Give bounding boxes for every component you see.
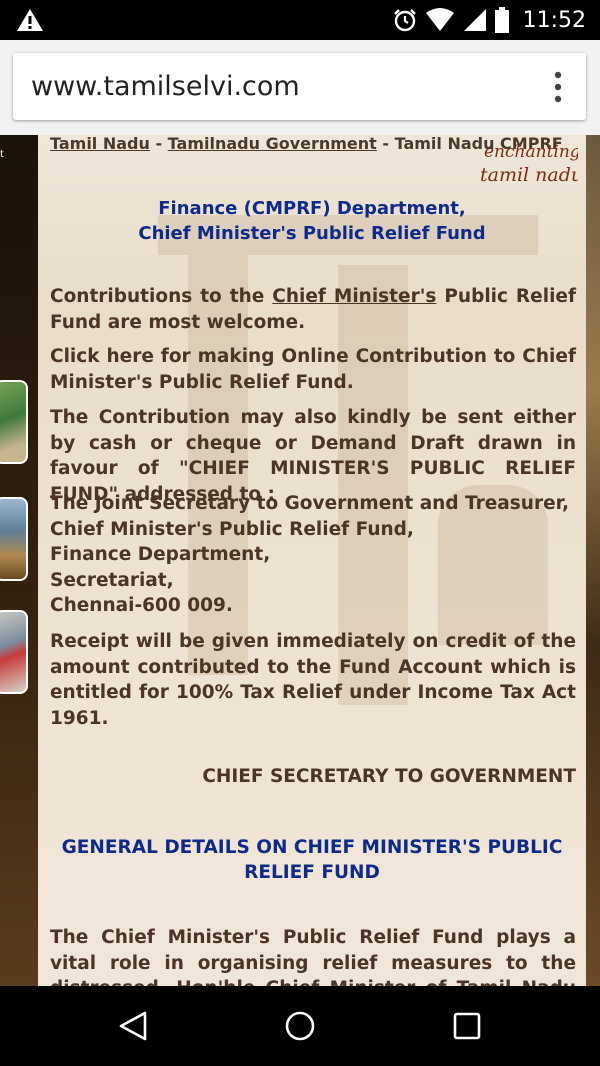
thumbnail-image[interactable] [0,497,28,581]
address-line: The Joint Secretary to Government and Tr… [50,493,570,514]
logo-line1: enchanting [484,142,578,162]
warning-icon [17,9,43,31]
thumbnail-image[interactable] [0,610,28,694]
signature: CHIEF SECRETARY TO GOVERNMENT [202,766,576,787]
address-line: Chief Minister's Public Relief Fund, [50,518,414,540]
department-title: Finance (CMPRF) Department, Chief Minist… [38,196,586,246]
main-content: Tamil Nadu - Tamilnadu Government - Tami… [38,135,586,986]
paragraph-contributions: Contributions to the Chief Minister's Pu… [50,286,577,333]
web-page: t Tamil Nadu - Tamilnadu Government - Ta… [0,135,600,986]
navigation-bar [0,986,600,1066]
breadcrumb-link-government[interactable]: Tamilnadu Government [168,135,377,153]
wifi-icon [425,8,454,31]
address-line: Secretariat, [50,569,174,591]
breadcrumb-link-tamil-nadu[interactable]: Tamil Nadu [50,135,150,153]
address-line: Finance Department, [50,544,271,565]
online-contribution-link[interactable]: Click here for making Online Contributio… [50,344,576,395]
overflow-menu-icon[interactable] [554,71,562,103]
recents-icon[interactable] [452,1010,482,1042]
department-title-line2: Chief Minister's Public Relief Fund [138,223,486,244]
left-strip-text: t [0,149,4,160]
address-bar[interactable]: www.tamilselvi.com [13,53,586,120]
url-text[interactable]: www.tamilselvi.com [31,71,300,102]
right-side-strip [586,135,600,986]
department-title-line1: Finance (CMPRF) Department, [158,198,466,219]
left-side-strip: t [0,135,38,986]
address-line: Chennai-600 009. [50,595,233,616]
battery-icon [494,7,509,33]
signal-icon [463,9,486,31]
alarm-icon [393,9,416,32]
paragraph-receipt: Receipt will be given immediately on cre… [50,631,576,729]
breadcrumb-separator: - [149,135,168,153]
browser-toolbar: www.tamilselvi.com [0,40,600,135]
chief-minister-link[interactable]: Chief Minister's [272,286,436,307]
logo-line2: tamil nadu [480,164,578,185]
paragraph-general-details: The Chief Minister's Public Relief Fund … [50,927,576,986]
breadcrumb-separator: - [376,135,395,153]
home-icon[interactable] [284,1010,316,1042]
thumbnail-image[interactable] [0,380,28,464]
mailing-address: The Joint Secretary to Government and Tr… [50,491,569,619]
back-icon[interactable] [117,1010,149,1042]
status-time: 11:52 [522,7,586,33]
general-details-heading: GENERAL DETAILS ON CHIEF MINISTER'S PUBL… [61,837,563,883]
enchanting-tamil-nadu-logo: enchanting tamil nadu [480,142,578,185]
status-bar: 11:52 [0,0,600,40]
